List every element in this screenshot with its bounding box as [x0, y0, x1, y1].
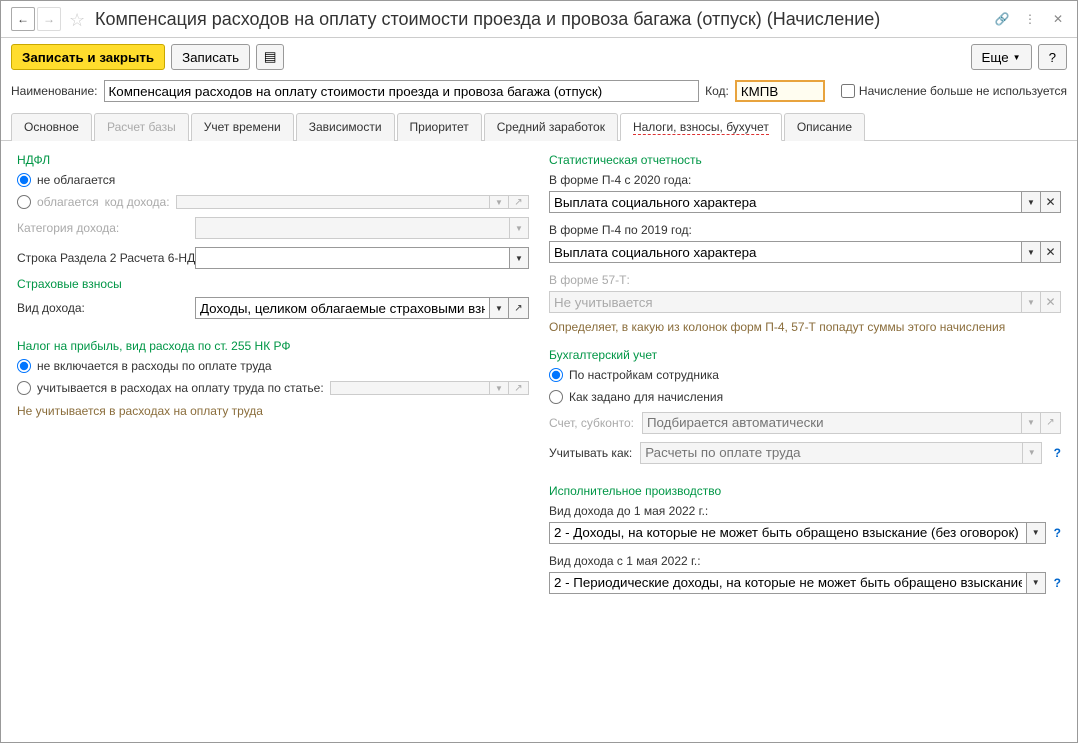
toolbar: Записать и закрыть Записать ▤ Еще ?	[1, 38, 1077, 76]
window-title: Компенсация расходов на оплату стоимости…	[95, 9, 993, 30]
profit-not-inc-radio[interactable]: не включается в расходы по оплате труда	[17, 359, 529, 373]
right-column: Статистическая отчетность В форме П-4 с …	[549, 153, 1061, 730]
forward-button[interactable]: →	[37, 7, 61, 31]
close-icon[interactable]: ✕	[1049, 10, 1067, 28]
open-icon: ↗	[509, 195, 529, 209]
acc-account-combo: ▼ ↗	[642, 412, 1061, 434]
profit-note: Не учитывается в расходах на оплату труд…	[17, 403, 529, 420]
t57-label: В форме 57-Т:	[549, 273, 1061, 287]
acc-as-combo: ▼	[640, 442, 1041, 464]
dropdown-icon[interactable]: ▼	[509, 247, 529, 269]
dropdown-icon[interactable]: ▼	[1021, 241, 1041, 263]
ndfl-title: НДФЛ	[17, 153, 529, 167]
exec-after-label: Вид дохода с 1 мая 2022 г.:	[549, 554, 1061, 568]
nav-buttons: ← →	[11, 7, 61, 31]
tab-avg[interactable]: Средний заработок	[484, 113, 618, 141]
menu-icon[interactable]: ⋮	[1021, 10, 1039, 28]
tab-priority[interactable]: Приоритет	[397, 113, 482, 141]
back-button[interactable]: ←	[11, 7, 35, 31]
content: НДФЛ не облагается облагается код дохода…	[1, 141, 1077, 742]
acc-by-emp-radio[interactable]: По настройкам сотрудника	[549, 368, 1061, 382]
dropdown-icon[interactable]: ▼	[1026, 522, 1046, 544]
dropdown-icon[interactable]: ▼	[489, 297, 509, 319]
title-actions: 🔗 ⋮ ✕	[993, 10, 1067, 28]
ndfl-not-taxed-radio[interactable]: не облагается	[17, 173, 529, 187]
tab-desc[interactable]: Описание	[784, 113, 865, 141]
p4-2020-combo[interactable]: ▼ ✕	[549, 191, 1061, 213]
open-icon: ↗	[1041, 412, 1061, 434]
titlebar: ← → ☆ Компенсация расходов на оплату сто…	[1, 1, 1077, 38]
profit-article-combo: ▼ ↗	[330, 381, 529, 395]
dropdown-icon: ▼	[1021, 412, 1041, 434]
save-close-button[interactable]: Записать и закрыть	[11, 44, 165, 70]
help-button[interactable]: ?	[1038, 44, 1067, 70]
save-button[interactable]: Записать	[171, 44, 250, 70]
not-used-label: Начисление больше не используется	[859, 84, 1067, 98]
ndfl-taxed-row: облагается код дохода: ▼ ↗	[17, 195, 529, 209]
acc-custom-radio[interactable]: Как задано для начисления	[549, 390, 1061, 404]
exec-title: Исполнительное производство	[549, 484, 1061, 498]
clear-icon[interactable]: ✕	[1041, 191, 1061, 213]
code-input[interactable]	[735, 80, 825, 102]
ndfl-code-combo: ▼ ↗	[176, 195, 529, 209]
income-type-row: Вид дохода: ▼ ↗	[17, 297, 529, 319]
profit-inc-radio[interactable]	[17, 381, 31, 395]
acc-title: Бухгалтерский учет	[549, 348, 1061, 362]
card-button[interactable]: ▤	[256, 44, 284, 70]
tab-main[interactable]: Основное	[11, 113, 92, 141]
exec-before-combo[interactable]: ▼	[549, 522, 1046, 544]
name-label: Наименование:	[11, 84, 98, 98]
code-label: Код:	[705, 84, 729, 98]
stat-title: Статистическая отчетность	[549, 153, 1061, 167]
income-type-combo[interactable]: ▼ ↗	[195, 297, 529, 319]
left-column: НДФЛ не облагается облагается код дохода…	[17, 153, 529, 730]
stat-note: Определяет, в какую из колонок форм П-4,…	[549, 319, 1061, 336]
dropdown-icon: ▼	[1022, 442, 1042, 464]
header-row: Наименование: Код: Начисление больше не …	[1, 76, 1077, 112]
not-used-checkbox[interactable]: Начисление больше не используется	[841, 84, 1067, 98]
row6-combo[interactable]: ▼	[195, 247, 529, 269]
exec-after-combo[interactable]: ▼	[549, 572, 1046, 594]
tab-taxes[interactable]: Налоги, взносы, бухучет	[620, 113, 782, 141]
income-cat-combo: ▼	[195, 217, 529, 239]
help-icon[interactable]: ?	[1054, 526, 1061, 540]
dropdown-icon: ▼	[509, 217, 529, 239]
clear-icon[interactable]: ✕	[1041, 241, 1061, 263]
ndfl-taxed-radio[interactable]	[17, 195, 31, 209]
dropdown-icon: ▼	[1021, 291, 1041, 313]
dropdown-icon[interactable]: ▼	[1026, 572, 1046, 594]
dropdown-icon: ▼	[489, 381, 509, 395]
p4-2019-label: В форме П-4 по 2019 год:	[549, 223, 1061, 237]
tab-time[interactable]: Учет времени	[191, 113, 294, 141]
exec-before-label: Вид дохода до 1 мая 2022 г.:	[549, 504, 1061, 518]
profit-inc-row: учитывается в расходах на оплату труда п…	[17, 381, 529, 395]
acc-as-row: Учитывать как: ▼ ?	[549, 442, 1061, 464]
p4-2020-label: В форме П-4 с 2020 года:	[549, 173, 1061, 187]
clear-icon: ✕	[1041, 291, 1061, 313]
name-input[interactable]	[104, 80, 700, 102]
income-cat-row: Категория дохода: ▼	[17, 217, 529, 239]
acc-account-row: Счет, субконто: ▼ ↗	[549, 412, 1061, 434]
open-icon[interactable]: ↗	[509, 297, 529, 319]
t57-combo: ▼ ✕	[549, 291, 1061, 313]
help-icon[interactable]: ?	[1054, 576, 1061, 590]
p4-2019-combo[interactable]: ▼ ✕	[549, 241, 1061, 263]
tab-deps[interactable]: Зависимости	[296, 113, 395, 141]
profit-title: Налог на прибыль, вид расхода по ст. 255…	[17, 339, 529, 353]
row6-row: Строка Раздела 2 Расчета 6-НДФЛ: ▼	[17, 247, 529, 269]
tabs: Основное Расчет базы Учет времени Зависи…	[1, 112, 1077, 141]
favorite-icon[interactable]: ☆	[69, 10, 87, 28]
not-used-check[interactable]	[841, 84, 855, 98]
dropdown-icon[interactable]: ▼	[1021, 191, 1041, 213]
link-icon[interactable]: 🔗	[993, 10, 1011, 28]
open-icon: ↗	[509, 381, 529, 395]
more-button[interactable]: Еще	[971, 44, 1032, 70]
dropdown-icon: ▼	[489, 195, 509, 209]
window: ← → ☆ Компенсация расходов на оплату сто…	[0, 0, 1078, 743]
tab-base[interactable]: Расчет базы	[94, 113, 189, 141]
help-icon[interactable]: ?	[1054, 446, 1061, 460]
ins-title: Страховые взносы	[17, 277, 529, 291]
